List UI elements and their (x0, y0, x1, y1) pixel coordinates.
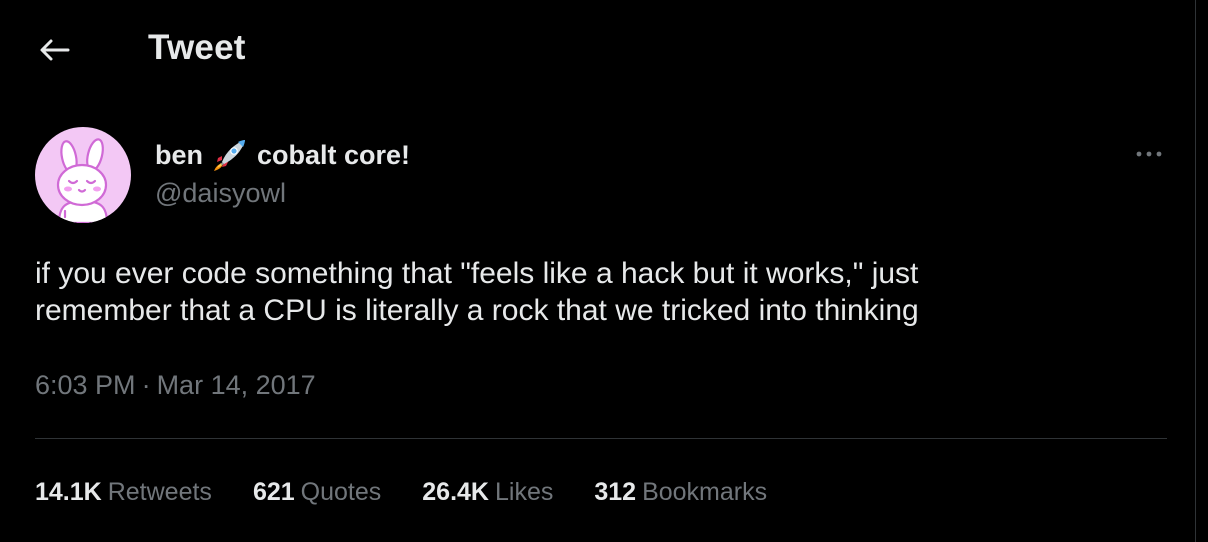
tweet-page: Tweet ben cobalt core! @daisyowl if you … (0, 0, 1196, 542)
tweet-time: 6:03 PM (35, 370, 136, 400)
back-button[interactable] (32, 30, 76, 70)
author-name-suffix: cobalt core! (257, 139, 411, 170)
likes-count: 26.4K (422, 478, 489, 506)
more-options-button[interactable] (1126, 138, 1174, 170)
tweet-timestamp[interactable]: 6:03 PM · Mar 14, 2017 (35, 370, 316, 401)
retweets-label: Retweets (107, 478, 212, 506)
tweet-text: if you ever code something that "feels l… (35, 257, 919, 327)
quotes-count: 621 (252, 478, 295, 506)
meta-separator: · (141, 370, 151, 400)
bookmarks-label: Bookmarks (642, 478, 768, 506)
bunny-avatar-icon (56, 138, 109, 223)
bookmarks-stat[interactable]: 312 Bookmarks (594, 478, 767, 507)
likes-stat[interactable]: 26.4K Likes (422, 478, 553, 507)
page-header: Tweet (0, 0, 1196, 100)
quotes-label: Quotes (300, 478, 382, 506)
page-title: Tweet (148, 28, 246, 67)
quotes-stat[interactable]: 621 Quotes (253, 478, 381, 507)
rocket-icon (212, 138, 248, 172)
retweets-stat[interactable]: 14.1K Retweets (35, 478, 212, 507)
likes-label: Likes (494, 478, 554, 506)
author-name: ben (155, 139, 204, 170)
divider (35, 438, 1167, 439)
retweets-count: 14.1K (35, 478, 102, 506)
author-handle[interactable]: @daisyowl (155, 178, 286, 209)
bookmarks-count: 312 (594, 478, 637, 506)
author-display-name[interactable]: ben cobalt core! (155, 138, 410, 172)
more-horizontal-icon (1136, 151, 1162, 157)
tweet-date: Mar 14, 2017 (156, 370, 316, 400)
arrow-left-icon (40, 39, 70, 61)
tweet-stats: 14.1K Retweets 621 Quotes 26.4K Likes 312 Bo… (35, 478, 808, 507)
avatar[interactable] (35, 127, 131, 223)
